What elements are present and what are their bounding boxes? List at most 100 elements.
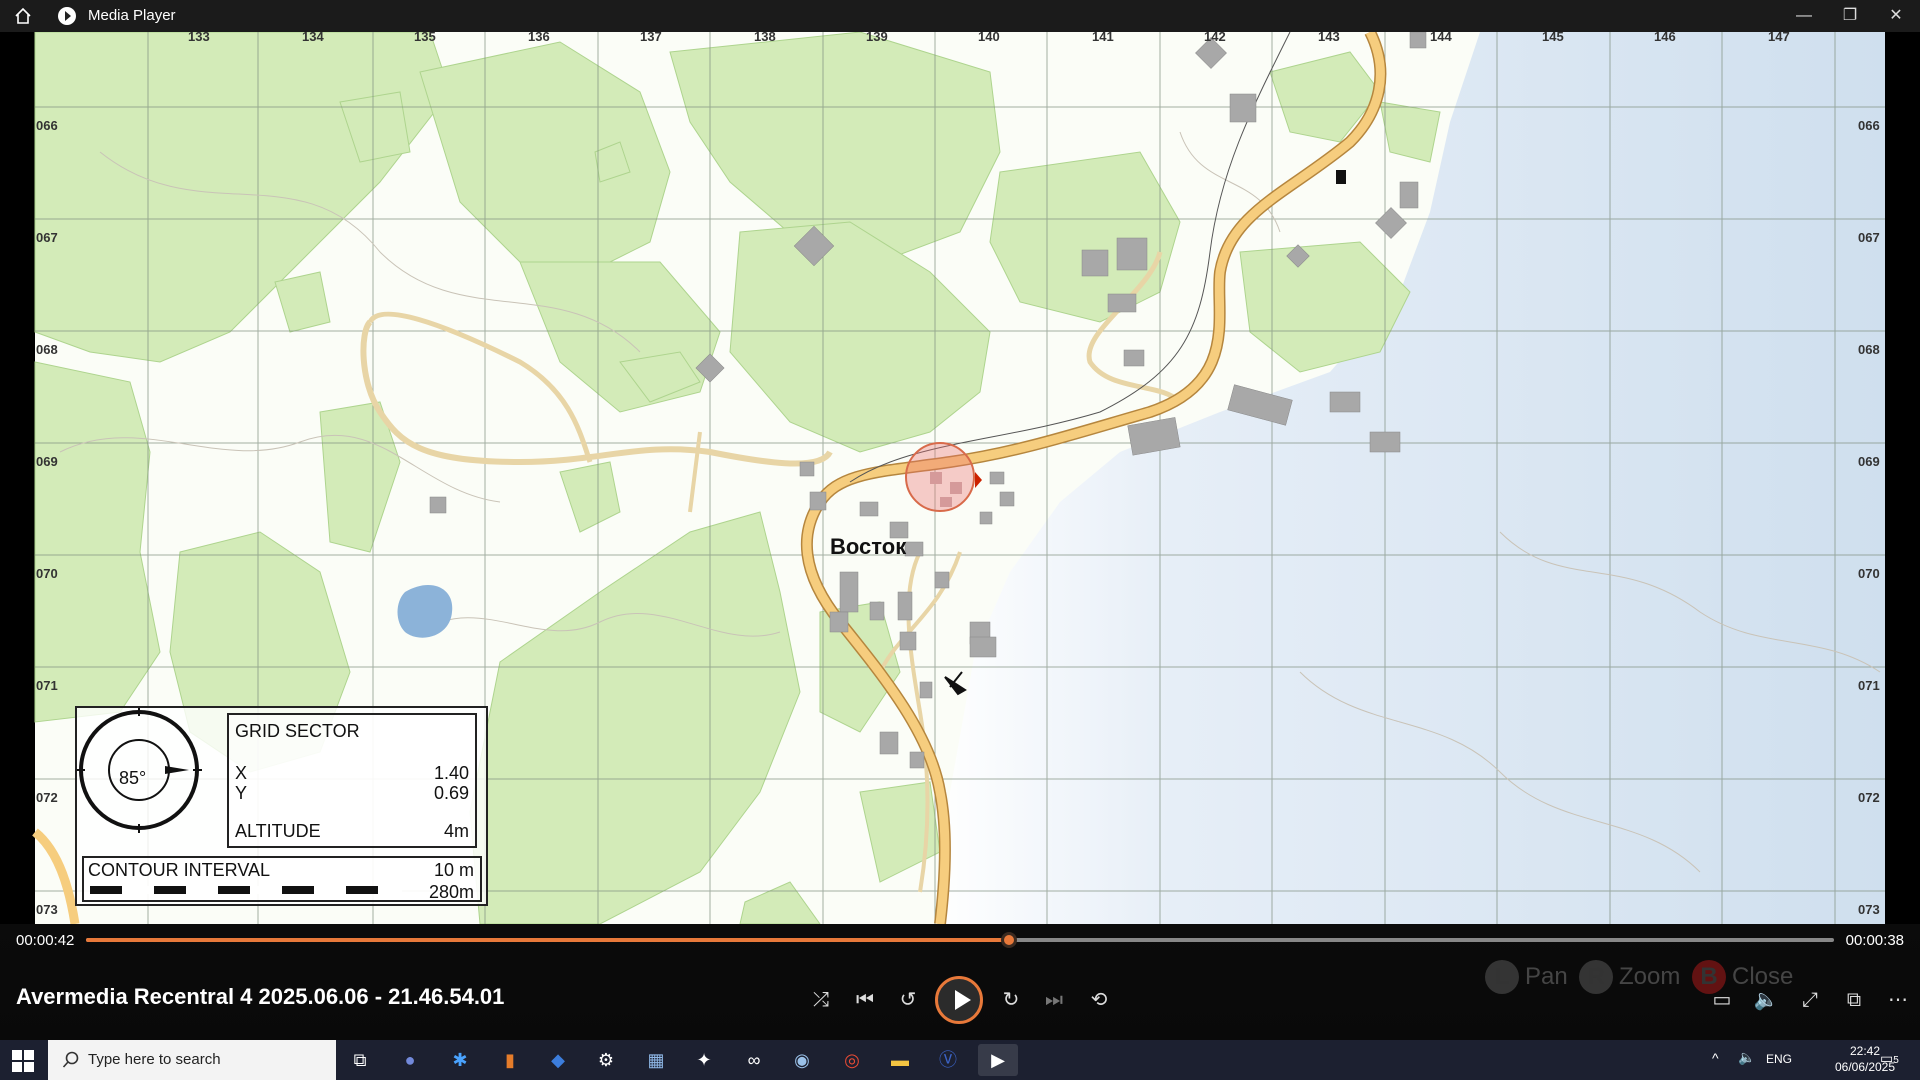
shuffle-icon[interactable]: ⤮ [803,982,839,1018]
tray-overflow-icon[interactable]: ^ [1712,1050,1719,1066]
coord-top: 133 [188,29,210,44]
coord-top: 137 [640,29,662,44]
coord-right: 067 [1858,230,1880,245]
windows-start-icon[interactable] [12,1050,34,1072]
seek-bar[interactable] [86,932,1834,948]
y-label: Y [235,783,248,803]
coord-left: 072 [36,790,58,805]
search-icon [62,1051,79,1068]
town-label: Восток [830,534,907,559]
scale-value: 280m [428,882,474,902]
y-value: 0.69 [433,783,469,803]
search-placeholder: Type here to search [88,1051,221,1068]
coord-top: 138 [754,29,776,44]
hint-zoom: R Zoom [1579,960,1680,994]
app-icon-4[interactable]: ✦ [684,1044,724,1076]
settings-icon[interactable]: ⚙ [586,1044,626,1076]
miniplayer-icon[interactable]: ⧉ [1836,982,1872,1018]
taskbar-search[interactable]: Type here to search [48,1040,336,1080]
notification-icon[interactable]: ▭5 [1880,1050,1899,1067]
media-player-taskbar-icon[interactable]: ▶ [978,1044,1018,1076]
volume-icon[interactable]: 🔈 [1748,982,1784,1018]
discord-icon[interactable]: ● [390,1044,430,1076]
coord-top: 147 [1768,29,1790,44]
hint-label: Pan [1525,963,1568,990]
forward-30-icon[interactable]: ↻ [993,982,1029,1018]
coord-right: 068 [1858,342,1880,357]
map-viewport[interactable]: Восток 133 134 135 136 137 138 139 140 1… [0,29,1920,924]
coord-right: 070 [1858,566,1880,581]
app-icon-1[interactable]: ✱ [440,1044,480,1076]
contour-box: CONTOUR INTERVAL 10 m 280m [82,856,482,902]
current-time: 00:00:42 [16,932,75,949]
coord-top: 141 [1092,29,1114,44]
coord-top: 135 [414,29,436,44]
coord-right: 072 [1858,790,1880,805]
x-label: X [235,763,248,783]
calculator-icon[interactable]: ▦ [636,1044,676,1076]
hint-label: Zoom [1619,963,1681,990]
coord-left: 066 [36,118,58,133]
coord-left: 073 [36,902,58,917]
map-info-panel: 85° GRID SECTOR X 1.40 Y 0.69 ALTITUDE 4… [75,706,488,906]
coord-right: 069 [1858,454,1880,469]
coord-top: 144 [1430,29,1452,44]
close-button[interactable]: ✕ [1884,4,1908,28]
seek-thumb[interactable] [1000,932,1017,948]
title-bar: Media Player — ❐ ✕ [0,0,1920,32]
coord-top: 145 [1542,29,1564,44]
coord-top: 142 [1204,29,1226,44]
remaining-time: 00:00:38 [1845,932,1904,949]
coord-left: 069 [36,454,58,469]
restore-button[interactable]: ❐ [1838,4,1862,28]
app-icon-v[interactable]: Ⓥ [928,1044,968,1076]
compass-heading: 85° [119,768,147,788]
coord-top: 143 [1318,29,1340,44]
file-explorer-icon[interactable]: ▬ [880,1044,920,1076]
coord-top: 140 [978,29,1000,44]
fullscreen-icon[interactable]: ⤢ [1792,982,1828,1018]
hint-key: R [1579,960,1613,994]
minimize-button[interactable]: — [1792,4,1816,28]
altitude-value: 4m [443,821,469,841]
notification-count: 5 [1893,1055,1899,1066]
steam-icon[interactable]: ◉ [782,1044,822,1076]
language-indicator[interactable]: ENG [1766,1052,1792,1066]
taskbar: Type here to search ⧉ ● ✱ ▮ ◆ ⚙ ▦ ✦ ∞ ◉ … [0,1040,1920,1080]
coord-left: 068 [36,342,58,357]
coord-top: 146 [1654,29,1676,44]
task-view-icon[interactable]: ⧉ [340,1044,380,1076]
previous-icon[interactable]: ⏮ [847,982,883,1018]
play-button[interactable] [935,976,983,1024]
hint-key: L [1485,960,1519,994]
coord-right: 073 [1858,902,1880,917]
hint-pan: L Pan [1485,960,1568,994]
home-icon[interactable] [14,7,32,25]
next-icon[interactable]: ⏭ [1036,982,1072,1018]
chrome-icon[interactable]: ◎ [832,1044,872,1076]
volume-tray-icon[interactable]: 🔈 [1738,1049,1755,1066]
player-controls: 00:00:42 00:00:38 Avermedia Recentral 4 … [0,924,1920,1040]
contour-interval-label: CONTOUR INTERVAL [88,860,271,880]
app-icon-2[interactable]: ▮ [490,1044,530,1076]
x-value: 1.40 [433,763,469,783]
more-icon[interactable]: ⋯ [1880,982,1916,1018]
window-title: Media Player [88,7,176,24]
meta-icon[interactable]: ∞ [734,1044,774,1076]
grid-sector-box: GRID SECTOR X 1.40 Y 0.69 ALTITUDE 4m [227,713,477,848]
coord-left: 067 [36,230,58,245]
contour-interval-value: 10 m [433,860,474,880]
repeat-off-icon[interactable]: ⟲ [1081,982,1117,1018]
coord-top: 139 [866,29,888,44]
grid-sector-label: GRID SECTOR [235,721,360,741]
rewind-10-icon[interactable]: ↺ [890,982,926,1018]
app-icon-3[interactable]: ◆ [538,1044,578,1076]
coord-right: 066 [1858,118,1880,133]
coord-left: 070 [36,566,58,581]
subtitles-icon[interactable]: ▭ [1704,982,1740,1018]
coord-right: 071 [1858,678,1880,693]
media-player-app-icon [58,7,76,25]
scale-bar [90,886,402,894]
coord-left: 071 [36,678,58,693]
coord-top: 136 [528,29,550,44]
